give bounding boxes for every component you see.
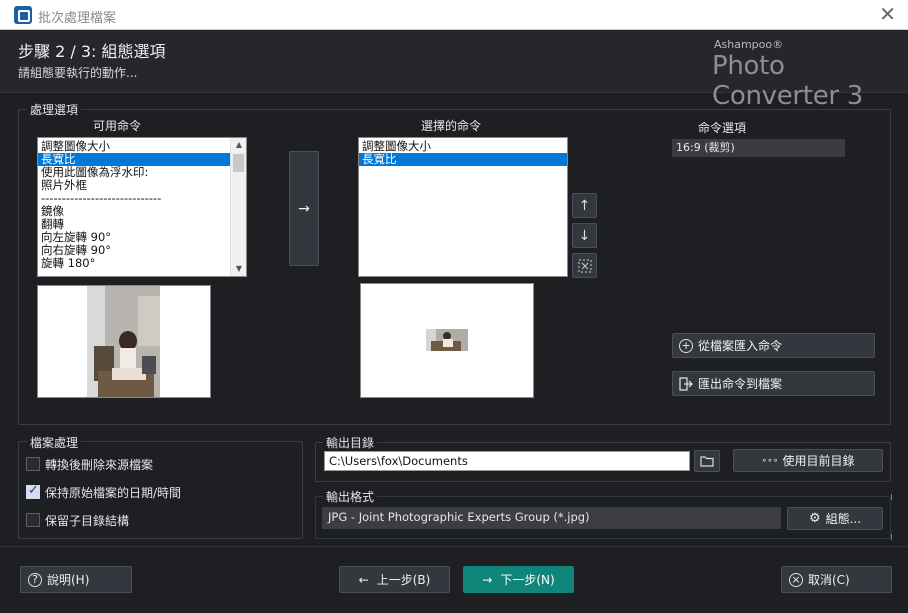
import-commands-button[interactable]: + 從檔案匯入命令 [672,333,875,358]
remove-icon [578,259,591,272]
export-commands-button[interactable]: 匯出命令到檔案 [672,371,875,396]
scroll-down-icon[interactable]: ▼ [231,262,246,276]
move-down-button[interactable]: ↓ [572,223,597,248]
brand-company: Ashampoo® [714,38,784,51]
processing-options-label: 處理選項 [27,101,82,118]
import-commands-label: 從檔案匯入命令 [698,339,783,353]
plus-circle-icon: + [679,338,693,353]
next-label: 下一步(N) [500,573,555,587]
file-option-label[interactable]: 保留子目錄結構 [45,512,129,529]
file-option-label[interactable]: 轉換後刪除來源檔案 [45,456,153,473]
browse-folder-button[interactable] [694,450,720,472]
available-commands-header: 可用命令 [93,119,142,133]
original-preview [37,285,211,398]
file-option-checkbox[interactable] [26,513,40,527]
back-button[interactable]: ← 上一步(B) [339,566,450,593]
footer-separator [0,546,908,547]
output-format-label: 輸出格式 [323,488,378,505]
selected-commands-header: 選擇的命令 [421,119,482,133]
list-item[interactable]: ----------------------------- [38,192,230,205]
scroll-thumb[interactable] [233,154,244,172]
output-format-select[interactable]: JPG - Joint Photographic Experts Group (… [322,507,781,529]
available-list-scrollbar[interactable]: ▲ ▼ [230,138,246,276]
command-option-value[interactable]: 16:9 (裁剪) [672,139,845,157]
file-option-checkbox[interactable] [26,483,40,499]
window-title: 批次處理檔案 [38,11,117,26]
move-up-button[interactable]: ↑ [572,193,597,218]
output-dir-input[interactable]: C:\Users\fox\Documents [324,451,690,471]
arrow-left-icon: ← [358,572,369,587]
export-icon [679,376,693,391]
arrow-right-icon: → [298,200,310,217]
help-icon: ? [28,572,42,587]
export-commands-label: 匯出命令到檔案 [698,377,783,391]
configure-format-button[interactable]: ⚙ 組態... [787,507,883,530]
output-dir-label: 輸出目錄 [323,434,378,451]
help-button[interactable]: ? 說明(H) [20,566,132,593]
gear-icon: ⚙ [808,511,821,526]
list-item[interactable]: 鏡像 [38,205,230,218]
scroll-up-icon[interactable]: ▲ [231,138,246,152]
dots-icon: ∘∘∘ [761,455,779,466]
use-current-dir-label: 使用目前目錄 [782,454,855,468]
original-photo [87,286,160,397]
corner-mark [888,494,892,500]
brand-product: Photo Converter 3 [712,51,863,111]
file-handling-label: 檔案處理 [27,434,82,451]
title-bar: 批次處理檔案 ✕ [0,0,908,30]
add-command-button[interactable]: → [289,151,319,266]
folder-icon [700,456,714,467]
next-button[interactable]: → 下一步(N) [463,566,574,593]
use-current-dir-button[interactable]: ∘∘∘ 使用目前目錄 [733,449,883,472]
back-label: 上一步(B) [376,573,431,587]
arrow-up-icon: ↑ [578,197,591,214]
help-label: 說明(H) [47,573,90,587]
close-icon[interactable]: ✕ [879,3,896,25]
file-option-label[interactable]: 保持原始檔案的日期/時間 [45,484,181,501]
result-photo [426,329,468,351]
cancel-label: 取消(C) [808,573,850,587]
cancel-button[interactable]: × 取消(C) [781,566,892,593]
result-preview [360,283,534,398]
step-title: 步驟 2 / 3: 組態選項 [18,42,166,61]
file-option-checkbox[interactable] [26,457,40,471]
arrow-right-icon: → [482,572,493,587]
corner-mark [888,534,892,540]
configure-format-label: 組態... [825,512,862,526]
list-item[interactable]: 長寬比 [359,153,567,166]
command-options-header: 命令選項 [698,121,747,135]
wizard-header: 步驟 2 / 3: 組態選項 請組態要執行的動作... Ashampoo® Ph… [0,31,908,111]
app-icon [14,6,32,24]
arrow-down-icon: ↓ [578,227,591,244]
remove-command-button[interactable] [572,253,597,278]
step-subtitle: 請組態要執行的動作... [18,66,138,80]
selected-commands-list[interactable]: 調整圖像大小 長寬比 [358,137,568,277]
cancel-icon: × [789,572,803,587]
list-item[interactable]: 旋轉 180° [38,257,230,270]
available-commands-list[interactable]: 調整圖像大小 長寬比 使用此圖像為浮水印: 照片外框 -----------------… [37,137,247,277]
